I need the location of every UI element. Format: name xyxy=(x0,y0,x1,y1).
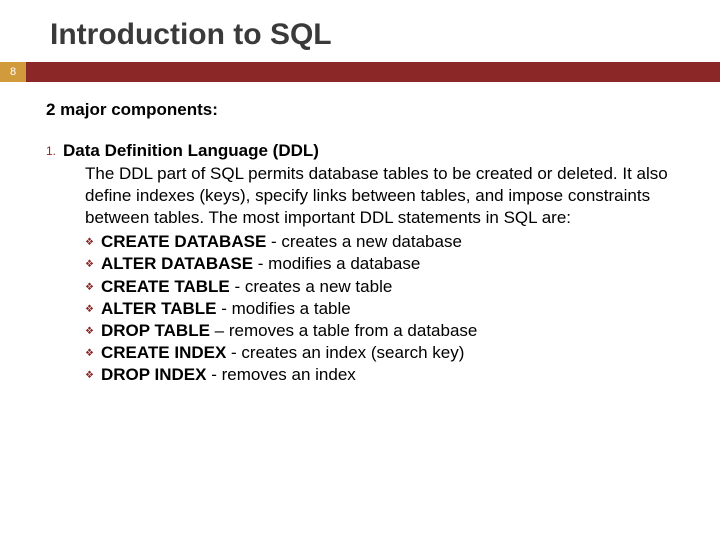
list-item: ❖ ALTER DATABASE - modifies a database xyxy=(85,253,680,275)
item-body: Data Definition Language (DDL) The DDL p… xyxy=(63,140,680,386)
page-number-badge: 8 xyxy=(0,62,26,82)
diamond-icon: ❖ xyxy=(85,231,95,249)
bullet-text: CREATE INDEX - creates an index (search … xyxy=(101,342,464,364)
item-number: 1. xyxy=(46,140,58,158)
list-item: ❖ DROP TABLE – removes a table from a da… xyxy=(85,320,680,342)
list-item: ❖ CREATE DATABASE - creates a new databa… xyxy=(85,231,680,253)
subheading: 2 major components: xyxy=(46,100,680,120)
diamond-icon: ❖ xyxy=(85,253,95,271)
bullet-text: CREATE DATABASE - creates a new database xyxy=(101,231,462,253)
list-item: ❖ ALTER TABLE - modifies a table xyxy=(85,298,680,320)
item-description: The DDL part of SQL permits database tab… xyxy=(85,163,680,229)
numbered-item: 1. Data Definition Language (DDL) The DD… xyxy=(46,140,680,386)
diamond-icon: ❖ xyxy=(85,276,95,294)
diamond-icon: ❖ xyxy=(85,298,95,316)
accent-bar: 8 xyxy=(0,62,720,82)
list-item: ❖ CREATE TABLE - creates a new table xyxy=(85,276,680,298)
list-item: ❖ CREATE INDEX - creates an index (searc… xyxy=(85,342,680,364)
slide-title: Introduction to SQL xyxy=(0,0,720,62)
item-heading: Data Definition Language (DDL) xyxy=(63,141,319,160)
diamond-icon: ❖ xyxy=(85,320,95,338)
slide-content: 2 major components: 1. Data Definition L… xyxy=(0,82,720,386)
bullet-text: CREATE TABLE - creates a new table xyxy=(101,276,392,298)
bullet-text: DROP INDEX - removes an index xyxy=(101,364,356,386)
bullet-list: ❖ CREATE DATABASE - creates a new databa… xyxy=(85,231,680,386)
bullet-text: DROP TABLE – removes a table from a data… xyxy=(101,320,477,342)
bullet-text: ALTER TABLE - modifies a table xyxy=(101,298,351,320)
list-item: ❖ DROP INDEX - removes an index xyxy=(85,364,680,386)
bullet-text: ALTER DATABASE - modifies a database xyxy=(101,253,420,275)
diamond-icon: ❖ xyxy=(85,364,95,382)
diamond-icon: ❖ xyxy=(85,342,95,360)
